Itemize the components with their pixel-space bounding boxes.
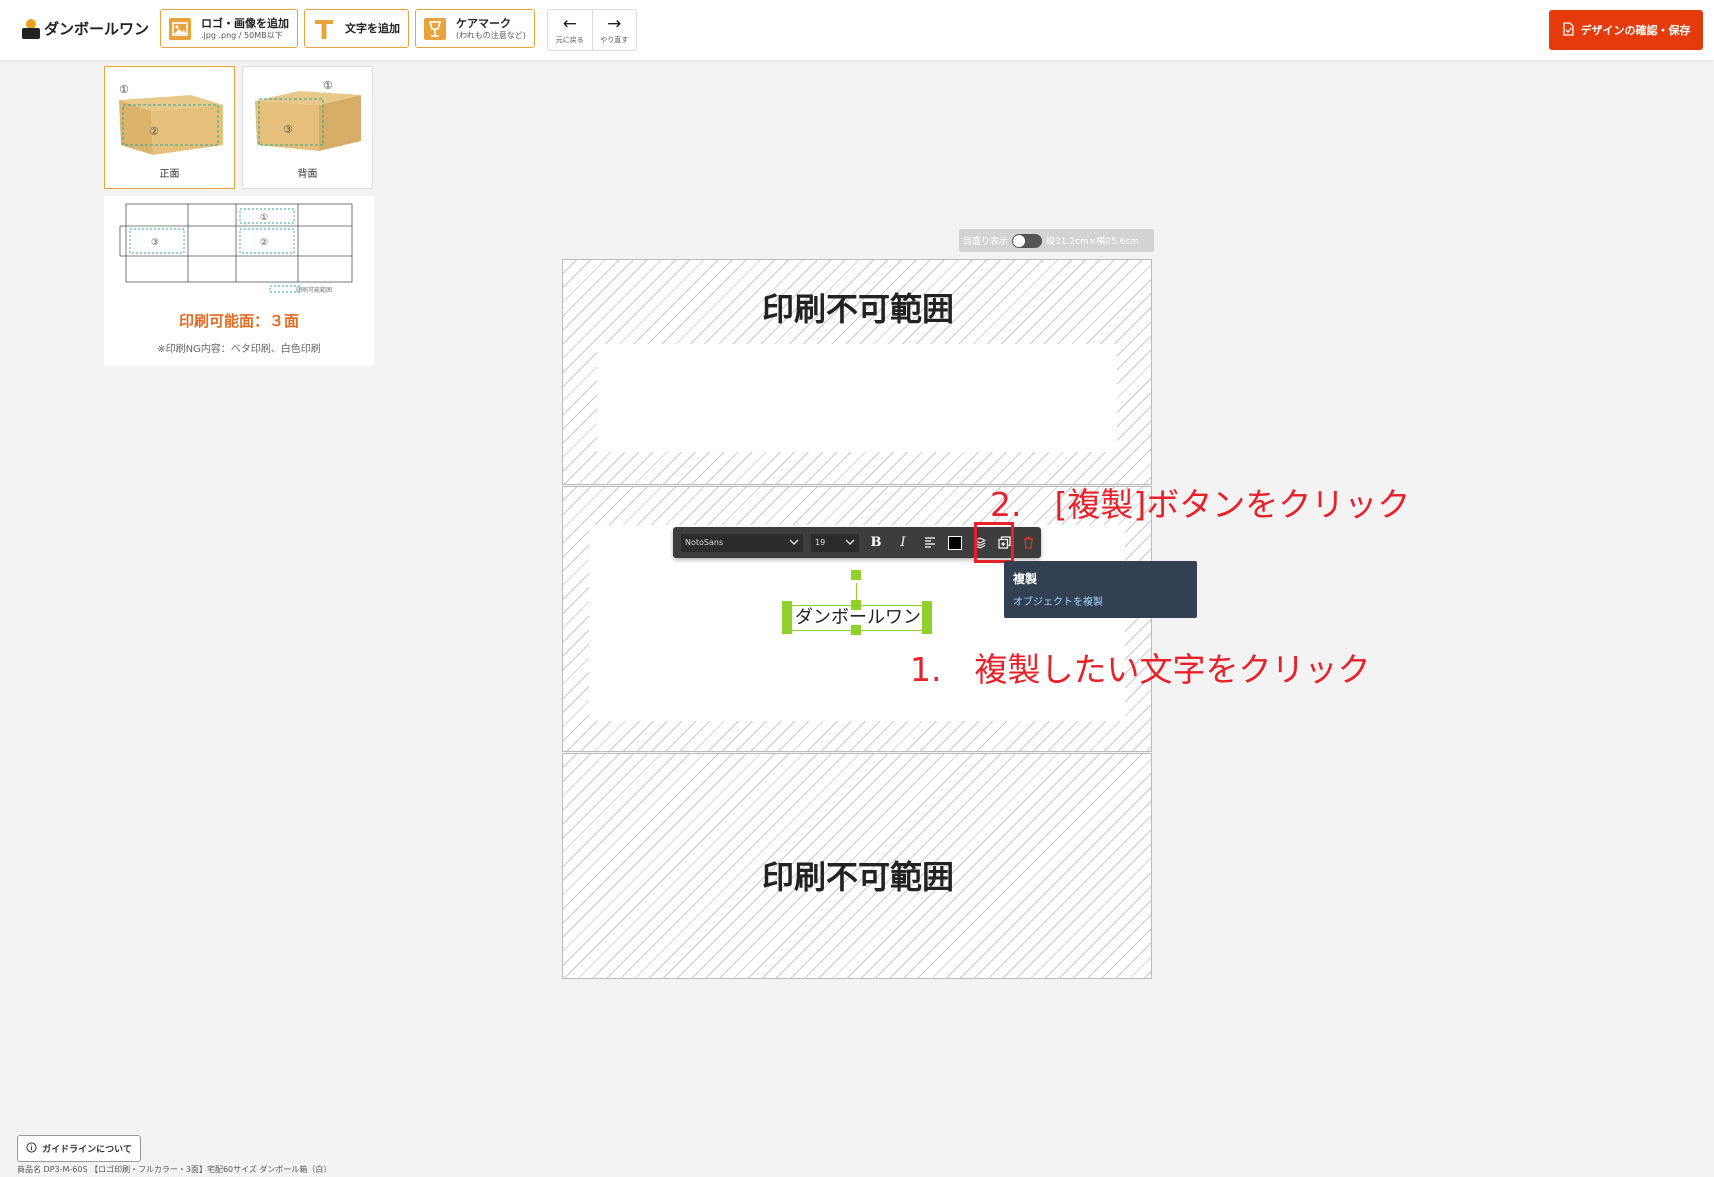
box-layout-diagram: ① ③ ②	[119, 203, 353, 293]
svg-text:①: ①	[323, 79, 333, 92]
printable-area-top[interactable]	[597, 344, 1117, 452]
svg-text:①: ①	[119, 83, 129, 96]
care-mark-icon	[422, 16, 448, 42]
chevron-down-icon	[845, 538, 855, 547]
ruler-bar: 目盛り表示 縦31.2cm×横25.6cm	[959, 229, 1154, 252]
add-image-sub: .jpg .png / 50MB以下	[201, 30, 283, 40]
guideline-button[interactable]: ガイドラインについて	[17, 1135, 141, 1162]
face-panel-bottom: 印刷不可範囲	[562, 753, 1152, 979]
duplicate-tooltip: 複製 オブジェクトを複製	[1004, 561, 1197, 618]
box-front-image: ① ②	[119, 83, 223, 155]
svg-text:③: ③	[283, 123, 293, 136]
annotation-step1: 1. 複製したい文字をクリック	[910, 650, 1371, 689]
ng-note-text: ※印刷NG内容：ベタ印刷、白色印刷	[157, 344, 321, 355]
no-print-label-bottom: 印刷不可範囲	[761, 858, 954, 896]
thumb-back-label: 背面	[297, 169, 318, 180]
document-check-icon	[1562, 21, 1575, 39]
design-confirm-save-button[interactable]: デザインの確認・保存	[1549, 10, 1703, 50]
chevron-down-icon	[789, 538, 799, 547]
no-print-label-top: 印刷不可範囲	[761, 290, 954, 328]
box-back-image: ① ③	[255, 79, 361, 151]
add-image-label: ロゴ・画像を追加	[201, 16, 289, 30]
care-mark-label: ケアマーク	[456, 16, 511, 30]
print-area-diagram: ① ③ ② 印刷可能範囲 印刷可能面：３面 ※印刷NG内容：ベタ印刷、白色印刷	[104, 196, 374, 366]
font-size-value: 19	[815, 538, 826, 547]
undo-label: 元に戻る	[555, 36, 584, 44]
add-text-button[interactable]: 文字を追加	[304, 9, 409, 48]
font-family-value: NotoSans	[685, 538, 724, 547]
rotate-handle[interactable]	[851, 570, 861, 580]
svg-text:①: ①	[260, 213, 268, 223]
undo-button[interactable]: ← 元に戻る	[548, 10, 592, 50]
align-left-button[interactable]	[919, 532, 941, 554]
svg-text:③: ③	[151, 238, 159, 248]
care-mark-sub: (われもの注意など)	[456, 30, 526, 40]
tooltip-description: オブジェクトを複製	[1013, 597, 1103, 608]
guideline-label: ガイドラインについて	[42, 1145, 132, 1155]
font-size-select[interactable]: 19	[811, 533, 859, 552]
canvas-size-label: 縦31.2cm×横25.6cm	[1046, 237, 1140, 247]
trash-icon	[1023, 536, 1033, 549]
resize-handle-right[interactable]	[922, 601, 932, 634]
ruler-label: 目盛り表示	[963, 237, 1009, 247]
redo-label: やり直す	[600, 36, 629, 44]
color-swatch	[948, 535, 962, 550]
svg-text:②: ②	[260, 238, 268, 248]
resize-handle-left[interactable]	[782, 601, 792, 634]
thumb-front-label: 正面	[159, 169, 180, 180]
arrow-right-icon: →	[607, 14, 622, 34]
arrow-left-icon: ←	[562, 14, 577, 34]
undo-redo-group: ← 元に戻る → やり直す	[547, 9, 637, 51]
save-label: デザインの確認・保存	[1580, 24, 1691, 37]
info-icon	[26, 1141, 37, 1156]
tooltip-title: 複製	[1013, 572, 1038, 586]
add-image-button[interactable]: ロゴ・画像を追加 .jpg .png / 50MB以下	[160, 9, 298, 48]
redo-button[interactable]: → やり直す	[591, 10, 637, 50]
svg-text:②: ②	[149, 125, 159, 138]
resize-handle-top[interactable]	[851, 600, 861, 610]
logo[interactable]: ダンボールワン	[22, 18, 149, 39]
face-panel-top: 印刷不可範囲	[562, 259, 1152, 485]
thumb-front[interactable]: ① ② 正面	[104, 66, 235, 189]
image-icon	[167, 16, 193, 42]
resize-handle-bottom[interactable]	[851, 625, 861, 635]
add-text-label: 文字を追加	[345, 22, 400, 35]
bold-button[interactable]: B	[865, 532, 887, 554]
duplicate-highlight-box	[974, 522, 1014, 563]
text-color-button[interactable]	[944, 532, 966, 554]
print-faces-text: 印刷可能面：３面	[178, 312, 299, 330]
font-family-select[interactable]: NotoSans	[681, 533, 803, 552]
ruler-toggle[interactable]	[1012, 233, 1043, 248]
annotation-step2: 2. [複製]ボタンをクリック	[990, 485, 1411, 524]
product-name: 商品名 DP3-M-60S 【ロゴ印刷・フルカラー・3面】宅配60サイズ ダンボ…	[17, 1165, 332, 1174]
text-t-icon	[311, 16, 337, 42]
align-left-icon	[925, 537, 935, 548]
legend-label: 印刷可能範囲	[296, 287, 333, 294]
care-mark-button[interactable]: ケアマーク (われもの注意など)	[415, 9, 535, 48]
logo-text: ダンボールワン	[44, 20, 150, 38]
thumb-back[interactable]: ① ③ 背面	[242, 66, 373, 189]
delete-button[interactable]	[1017, 532, 1039, 554]
italic-button[interactable]: I	[892, 532, 914, 554]
logo-mark-icon	[22, 18, 40, 39]
